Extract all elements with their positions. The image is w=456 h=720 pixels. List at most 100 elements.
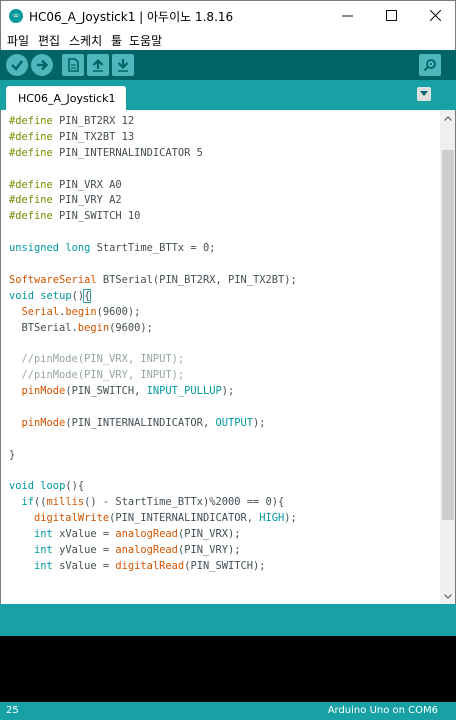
minimize-icon	[341, 15, 353, 17]
checkmark-icon	[11, 60, 23, 71]
code-token: PIN_VRY A2	[52, 194, 122, 207]
serial-monitor-button[interactable]	[419, 54, 441, 76]
menu-bar: 파일 편집 스케치 툴 도움말	[0, 30, 456, 50]
minimize-button[interactable]	[325, 1, 369, 30]
code-line: int xValue = analogRead(PIN_VRX);	[9, 527, 297, 543]
code-line: digitalWrite(PIN_INTERNALINDICATOR, HIGH…	[9, 511, 297, 527]
editor-scrollbar[interactable]	[440, 110, 456, 604]
new-sketch-button[interactable]	[62, 54, 84, 76]
code-line: pinMode(PIN_INTERNALINDICATOR, OUTPUT);	[9, 416, 297, 432]
code-line: int sValue = digitalRead(PIN_SWITCH);	[9, 559, 297, 575]
line-number: 25	[6, 705, 19, 716]
code-token: analogRead	[115, 544, 178, 557]
scroll-up-button[interactable]	[440, 110, 456, 126]
code-token: PIN_INTERNALINDICATOR 5	[52, 146, 203, 159]
code-token: {	[83, 288, 92, 303]
menu-tools[interactable]: 툴	[111, 32, 122, 49]
output-console[interactable]	[0, 636, 456, 702]
tab-bar: HC06_A_Joystick1	[0, 80, 456, 110]
code-token: (PIN_INTERNALINDICATOR,	[109, 512, 260, 525]
tab-sketch[interactable]: HC06_A_Joystick1	[6, 86, 126, 110]
code-token: () - StartTime_BTTx)%2000 == 0){	[84, 496, 285, 509]
save-sketch-button[interactable]	[112, 54, 134, 76]
code-editor[interactable]: #define PIN_BT2RX 12 #define PIN_TX2BT 13…	[0, 110, 440, 604]
tab-menu-button[interactable]	[417, 87, 431, 101]
code-token: analogRead	[115, 528, 178, 541]
maximize-icon	[385, 10, 397, 21]
scroll-down-button[interactable]	[440, 588, 456, 604]
board-port-status: Arduino Uno on COM6	[327, 705, 438, 716]
arrow-right-icon	[37, 59, 49, 71]
code-token: yValue =	[52, 544, 116, 557]
maximize-button[interactable]	[369, 1, 413, 30]
menu-edit[interactable]: 편집	[38, 32, 60, 49]
toolbar	[0, 50, 456, 80]
code-token: (9600);	[96, 305, 141, 318]
scroll-thumb[interactable]	[442, 150, 454, 520]
open-sketch-button[interactable]	[87, 54, 109, 76]
code-line: void loop(){	[9, 479, 297, 495]
new-file-icon	[68, 58, 79, 72]
menu-file[interactable]: 파일	[7, 32, 29, 49]
code-token: INPUT_PULLUP	[146, 385, 222, 398]
menu-sketch[interactable]: 스케치	[69, 32, 102, 49]
code-line: Serial.begin(9600);	[9, 305, 297, 321]
code-token: begin	[77, 321, 110, 334]
menu-help[interactable]: 도움말	[129, 32, 162, 49]
scroll-down-arrow-icon	[444, 593, 452, 599]
code-token: SoftwareSerial	[9, 273, 97, 286]
code-line: #define PIN_VRX A0	[9, 178, 297, 194]
arrow-up-icon	[92, 58, 104, 72]
code-line: //pinMode(PIN_VRY, INPUT);	[9, 368, 297, 384]
code-token: HIGH	[259, 512, 285, 525]
upload-button[interactable]	[31, 54, 53, 76]
code-token: long	[65, 242, 91, 255]
code-token: OUTPUT	[215, 416, 253, 429]
code-token: pinMode	[21, 385, 66, 398]
code-token: }	[9, 448, 16, 461]
code-line: unsigned long StartTime_BTTx = 0;	[9, 241, 297, 257]
code-token: loop	[40, 480, 66, 493]
code-token: PIN_BT2RX 12	[52, 115, 135, 127]
code-token: PIN_VRX A0	[52, 178, 122, 191]
code-line: SoftwareSerial BTSerial(PIN_BT2RX, PIN_T…	[9, 273, 297, 289]
verify-button[interactable]	[6, 54, 28, 76]
code-token: ()	[71, 289, 85, 302]
tab-label: HC06_A_Joystick1	[18, 92, 116, 105]
code-line: #define PIN_SWITCH 10	[9, 209, 297, 225]
code-line: #define PIN_VRY A2	[9, 193, 297, 209]
code-token: void	[9, 289, 35, 302]
code-line: void setup(){	[9, 288, 297, 305]
code-line: BTSerial.begin(9600);	[9, 321, 297, 337]
code-line: }	[9, 448, 297, 464]
code-token: pinMode	[21, 416, 66, 429]
window-title: HC06_A_Joystick1 | 아두이노 1.8.16	[29, 10, 234, 24]
close-icon	[429, 10, 441, 21]
code-token: #define	[9, 210, 53, 223]
chevron-down-icon	[420, 91, 428, 96]
arrow-down-icon	[117, 59, 129, 72]
code-token: );	[221, 385, 235, 398]
code-lines: #define PIN_BT2RX 12 #define PIN_TX2BT 13…	[9, 114, 297, 575]
code-token: unsigned	[9, 242, 60, 255]
code-line: int yValue = analogRead(PIN_VRY);	[9, 543, 297, 559]
close-button[interactable]	[413, 1, 456, 30]
code-token: BTSerial(PIN_BT2RX, PIN_TX2BT);	[96, 273, 297, 286]
code-token: digitalWrite	[34, 512, 110, 525]
code-token: #define	[9, 194, 53, 207]
code-token: //pinMode(PIN_VRX, INPUT);	[9, 353, 185, 366]
code-token: (PIN_SWITCH);	[184, 559, 266, 572]
code-token: millis	[46, 496, 85, 509]
code-token: int	[34, 528, 53, 541]
code-token: #define	[9, 146, 53, 159]
code-token: begin	[65, 305, 97, 318]
